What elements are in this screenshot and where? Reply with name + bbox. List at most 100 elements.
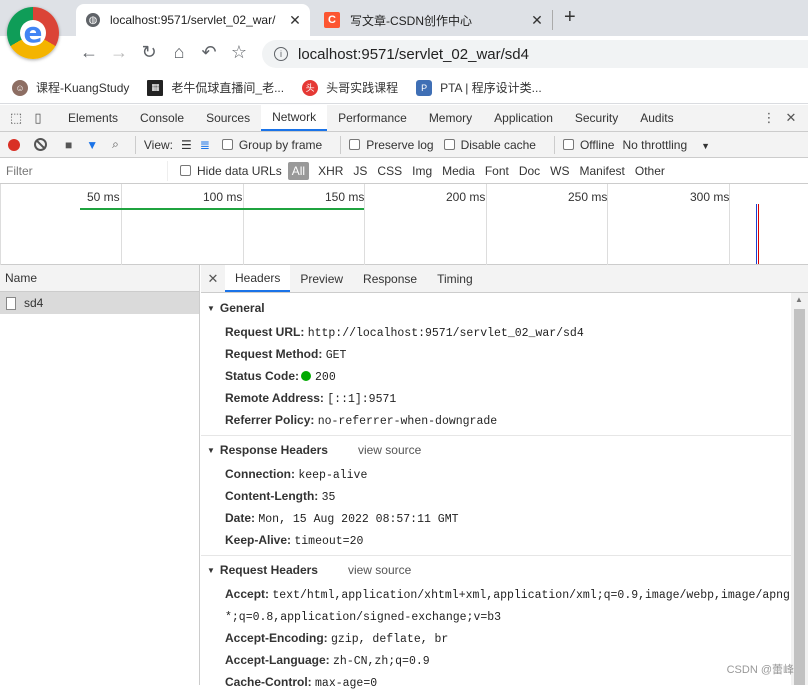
request-method-row: Request Method: GET [225,347,347,362]
csdn-favicon-icon: C [324,12,340,28]
filter-type-ws[interactable]: WS [545,164,574,178]
detail-tab-response[interactable]: Response [353,265,427,292]
tick-label: 50 ms [87,190,120,204]
devtools-tab-memory[interactable]: Memory [418,105,483,131]
reload-icon[interactable]: ↻ [138,42,160,63]
preserve-log-checkbox[interactable] [349,139,361,150]
tick-label: 100 ms [203,190,243,204]
name-column-header[interactable]: Name [0,265,199,292]
filter-type-font[interactable]: Font [480,164,514,178]
offline-checkbox[interactable] [562,139,574,150]
filter-type-js[interactable]: JS [348,164,372,178]
response-headers-section-toggle[interactable]: ▼ Response Headers view source [207,443,421,457]
filter-type-other[interactable]: Other [630,164,670,178]
load-event-line [758,204,759,264]
view-label: View: [143,137,174,152]
request-url-row: Request URL: http://localhost:9571/servl… [225,325,584,340]
star-icon[interactable]: ☆ [228,42,250,63]
undo-icon[interactable]: ↶ [198,42,220,63]
waterfall-icon[interactable]: ≣ [200,138,210,152]
bookmark-laoniu[interactable]: ▦ 老牛侃球直播间_老... [147,79,284,96]
new-tab-button[interactable]: + [564,6,576,29]
triangle-down-icon: ▼ [207,303,215,313]
header-row: Accept: text/html,application/xhtml+xml,… [225,587,808,602]
devtools-tab-network[interactable]: Network [261,105,328,131]
header-row: Connection: keep-alive [225,467,368,482]
close-detail-icon[interactable]: ✕ [201,271,225,287]
filter-type-img[interactable]: Img [407,164,437,178]
clear-icon[interactable] [34,138,47,151]
record-icon[interactable] [8,138,20,151]
close-tab-icon[interactable]: ✕ [528,12,546,29]
address-bar[interactable]: i localhost:9571/servlet_02_war/sd4 [262,40,808,68]
devtools-tab-audits[interactable]: Audits [629,105,684,131]
header-row: Cache-Control: max-age=0 [225,675,378,690]
request-detail-panel: ✕ Headers Preview Response Timing ▼ Gener… [201,265,808,690]
devtools-tab-performance[interactable]: Performance [327,105,418,131]
detail-scrollbar[interactable]: ▲ [791,293,808,685]
triangle-down-icon: ▼ [207,445,215,455]
filter-input[interactable] [0,160,168,181]
browser-tab-active[interactable]: ◍ localhost:9571/servlet_02_war/ ✕ [76,4,310,36]
inspect-element-icon[interactable]: ⬚ [5,107,27,129]
bookmark-touge[interactable]: 头 头哥实践课程 [302,79,398,96]
watermark: CSDN @蕾峰 [726,664,794,676]
devtools-tab-sources[interactable]: Sources [195,105,261,131]
throttling-select[interactable]: No throttling ▼ [622,138,710,152]
scroll-up-icon[interactable]: ▲ [795,295,803,304]
remote-address-row: Remote Address: [::1]:9571 [225,391,397,406]
forward-icon[interactable]: → [108,42,130,63]
close-devtools-icon[interactable]: ✕ [780,107,802,129]
filter-type-css[interactable]: CSS [372,164,407,178]
info-icon[interactable]: i [274,47,288,61]
large-rows-icon[interactable]: ☰ [181,138,192,152]
devtools-tab-security[interactable]: Security [564,105,629,131]
scrollbar-thumb[interactable] [794,309,805,685]
document-icon [6,296,16,310]
header-row: Date: Mon, 15 Aug 2022 08:57:11 GMT [225,511,459,526]
tick-label: 250 ms [568,190,608,204]
filter-type-media[interactable]: Media [437,164,480,178]
browser-tab-csdn[interactable]: C 写文章-CSDN创作中心 ✕ [316,4,552,36]
detail-tab-preview[interactable]: Preview [290,265,353,292]
filter-bar: Hide data URLs All XHR JS CSS Img Media … [0,158,808,184]
search-icon[interactable]: ⌕ [112,137,119,152]
device-toolbar-icon[interactable]: ▯ [27,107,49,129]
disable-cache-checkbox[interactable] [443,139,455,150]
url-text: localhost:9571/servlet_02_war/sd4 [298,45,529,63]
tick-label: 150 ms [325,190,365,204]
devtools-tab-elements[interactable]: Elements [57,105,129,131]
qr-icon: ▦ [147,79,164,96]
close-tab-icon[interactable]: ✕ [286,12,304,29]
filter-icon[interactable]: ▼ [86,138,98,152]
filter-type-doc[interactable]: Doc [514,164,545,178]
header-row: Content-Length: 35 [225,489,336,504]
more-options-icon[interactable]: ⋮ [758,107,780,129]
request-view-source-link[interactable]: view source [348,563,411,577]
header-row-continuation: *;q=0.8,application/signed-exchange;v=b3 [225,611,502,624]
request-headers-section-toggle[interactable]: ▼ Request Headers view source [207,563,411,577]
toutiao-icon: 头 [302,79,319,96]
hide-data-urls-checkbox[interactable] [180,165,191,176]
bookmark-pta[interactable]: P PTA | 程序设计类... [416,79,542,96]
detail-tabbar: ✕ Headers Preview Response Timing [201,265,808,293]
devtools-tab-console[interactable]: Console [129,105,195,131]
capture-screenshots-icon[interactable]: ■ [65,138,72,152]
network-overview-timeline[interactable]: 50 ms 100 ms 150 ms 200 ms 250 ms 300 ms [0,184,808,265]
devtools-tab-application[interactable]: Application [483,105,564,131]
filter-type-xhr[interactable]: XHR [313,164,348,178]
bookmark-kuangstudy[interactable]: ☺ 课程-KuangStudy [12,79,129,96]
general-section-toggle[interactable]: ▼ General [207,301,265,315]
detail-tab-timing[interactable]: Timing [427,265,483,292]
back-icon[interactable]: ← [78,42,100,63]
bookmarks-bar: ☺ 课程-KuangStudy ▦ 老牛侃球直播间_老... 头 头哥实践课程 … [0,72,808,104]
group-by-frame-checkbox[interactable] [221,139,233,150]
tick-label: 200 ms [446,190,486,204]
request-row-sd4[interactable]: sd4 [0,292,199,314]
detail-tab-headers[interactable]: Headers [225,265,291,292]
home-icon[interactable]: ⌂ [168,42,190,63]
filter-type-manifest[interactable]: Manifest [575,164,630,178]
tab-title: localhost:9571/servlet_02_war/ [110,13,276,27]
filter-type-all[interactable]: All [287,161,310,180]
response-view-source-link[interactable]: view source [358,443,421,457]
